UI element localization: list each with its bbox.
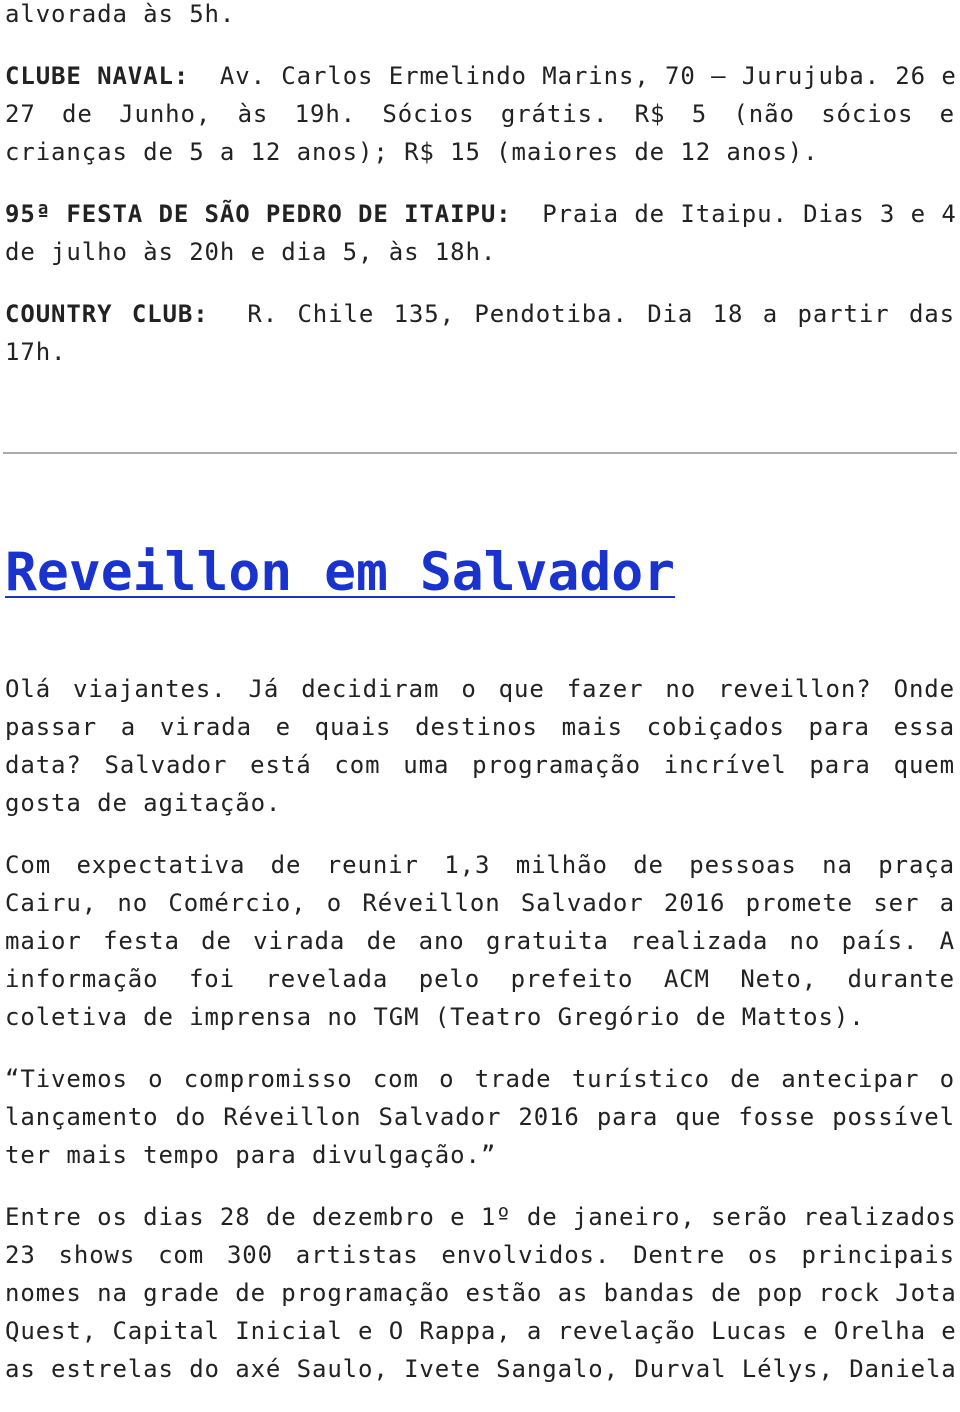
article-title-link[interactable]: Reveillon em Salvador [5,542,675,603]
article-paragraph: Olá viajantes. Já decidiram o que fazer … [5,670,955,822]
intro-paragraph: alvorada às 5h. [5,0,955,33]
event-label: COUNTRY CLUB: [5,300,209,328]
text-line: “Tivemos o compromisso com o trade turís… [5,1065,955,1093]
sao-pedro-paragraph: 95ª FESTA DE SÃO PEDRO DE ITAIPU: Praia … [5,195,957,271]
article-quote: “Tivemos o compromisso com o trade turís… [5,1060,955,1174]
clube-naval-paragraph: CLUBE NAVAL: Av. Carlos Ermelindo Marins… [5,57,957,171]
text-line: coletiva de imprensa no TGM (Teatro Greg… [5,1003,865,1031]
text-line: ter mais tempo para divulgação.” [5,1141,497,1169]
text-segment: Praia de Itaipu. Dias 3 e 4 [542,200,957,228]
text-line: CLUBE NAVAL: Av. Carlos Ermelindo Marins… [5,57,957,95]
text-line: lançamento do Réveillon Salvador 2016 pa… [5,1103,955,1131]
text-line: Com expectativa de reunir 1,3 milhão de … [5,851,955,879]
text-line: passar a virada e quais destinos mais co… [5,713,955,741]
text-line: Olá viajantes. Já decidiram o que fazer … [5,675,955,703]
text-line: 17h. [5,338,67,366]
text-line: nomes na grade de programação estão as b… [5,1279,957,1307]
text-line: alvorada às 5h. [5,0,236,28]
text-line: COUNTRY CLUB: R. Chile 135, Pendotiba. D… [5,295,955,333]
text-line: 95ª FESTA DE SÃO PEDRO DE ITAIPU: Praia … [5,195,957,233]
text-line: 23 shows com 300 artistas envolvidos. De… [5,1241,955,1269]
text-line: gosta de agitação. [5,789,282,817]
text-line: as estrelas do axé Saulo, Ivete Sangalo,… [5,1355,957,1383]
events-list: alvorada às 5h. CLUBE NAVAL: Av. Carlos … [5,0,957,395]
article-body: Olá viajantes. Já decidiram o que fazer … [5,670,957,1412]
text-line: 27 de Junho, às 19h. Sócios grátis. R$ 5… [5,100,955,128]
text-line: Entre os dias 28 de dezembro e 1º de jan… [5,1203,957,1231]
text-line: Cairu, no Comércio, o Réveillon Salvador… [5,889,955,917]
text-segment: Av. Carlos Ermelindo Marins, 70 – Juruju… [219,62,957,90]
text-line: Quest, Capital Inicial e O Rappa, a reve… [5,1317,957,1345]
text-segment: R. Chile 135, Pendotiba. Dia 18 a partir… [247,300,955,328]
text-line: maior festa de virada de ano gratuita re… [5,927,955,955]
article-title: Reveillon em Salvador [5,538,675,608]
text-line: informação foi revelada pelo prefeito AC… [5,965,955,993]
event-label: 95ª FESTA DE SÃO PEDRO DE ITAIPU: [5,200,512,228]
text-line: crianças de 5 a 12 anos); R$ 15 (maiores… [5,138,819,166]
country-club-paragraph: COUNTRY CLUB: R. Chile 135, Pendotiba. D… [5,295,955,371]
article-paragraph: Com expectativa de reunir 1,3 milhão de … [5,846,955,1036]
text-line: data? Salvador está com uma programação … [5,751,955,779]
event-label: CLUBE NAVAL: [5,62,190,90]
article-paragraph: Entre os dias 28 de dezembro e 1º de jan… [5,1198,957,1388]
divider [3,452,957,454]
text-line: de julho às 20h e dia 5, às 18h. [5,238,497,266]
